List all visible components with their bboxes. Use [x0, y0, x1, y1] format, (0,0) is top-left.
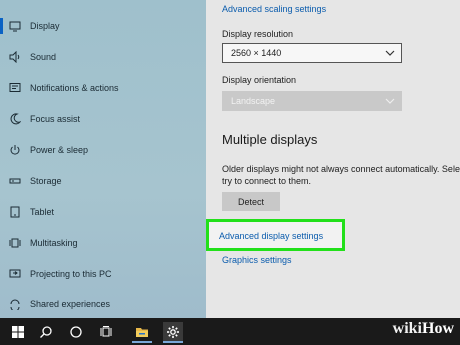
sidebar-item-multitasking[interactable]: Multitasking — [0, 231, 206, 255]
sidebar-item-label: Tablet — [30, 207, 55, 217]
sidebar-item-label: Sound — [30, 52, 57, 62]
display-resolution-value: 2560 × 1440 — [231, 48, 282, 58]
chevron-down-icon — [385, 50, 395, 56]
chevron-down-icon — [385, 98, 395, 104]
share-icon — [8, 297, 22, 311]
display-orientation-value: Landscape — [231, 96, 276, 106]
settings-sidebar: Display Sound Notifications & actions Fo… — [0, 0, 206, 318]
older-displays-description-line-1: Older displays might not always connect … — [222, 164, 460, 174]
storage-icon — [8, 174, 22, 188]
sidebar-item-sound[interactable]: Sound — [0, 45, 206, 69]
sidebar-item-projecting[interactable]: Projecting to this PC — [0, 262, 206, 286]
detect-button[interactable]: Detect — [222, 192, 280, 211]
sidebar-item-focus-assist[interactable]: Focus assist — [0, 107, 206, 131]
advanced-scaling-settings-link[interactable]: Advanced scaling settings — [222, 4, 326, 14]
graphics-settings-link[interactable]: Graphics settings — [222, 255, 292, 265]
display-settings-pane: Advanced scaling settings Display resolu… — [206, 0, 460, 318]
sidebar-item-label: Focus assist — [30, 114, 81, 124]
moon-icon — [8, 112, 22, 126]
older-displays-description-line-2: try to connect to them. — [222, 176, 312, 186]
file-explorer-icon[interactable] — [132, 322, 152, 343]
display-orientation-label: Display orientation — [222, 75, 297, 85]
multiple-displays-heading: Multiple displays — [222, 132, 318, 147]
display-resolution-label: Display resolution — [222, 29, 294, 39]
active-app-indicator — [132, 341, 152, 343]
notification-icon — [8, 81, 22, 95]
sidebar-item-power-sleep[interactable]: Power & sleep — [0, 138, 206, 162]
display-resolution-dropdown[interactable]: 2560 × 1440 — [222, 43, 402, 63]
sidebar-item-notifications[interactable]: Notifications & actions — [0, 76, 206, 100]
sidebar-item-label: Shared experiences — [30, 299, 111, 309]
advanced-display-settings-link[interactable]: Advanced display settings — [219, 231, 323, 241]
sidebar-item-tablet[interactable]: Tablet — [0, 200, 206, 224]
sidebar-item-label: Display — [30, 21, 60, 31]
sidebar-item-label: Notifications & actions — [30, 83, 119, 93]
sidebar-item-label: Power & sleep — [30, 145, 89, 155]
search-icon[interactable] — [36, 322, 56, 341]
wikihow-watermark: wikiHow — [393, 320, 454, 338]
multitasking-icon — [8, 236, 22, 250]
sidebar-item-label: Projecting to this PC — [30, 269, 112, 279]
active-app-indicator — [163, 341, 183, 343]
projector-icon — [8, 267, 22, 281]
sidebar-item-storage[interactable]: Storage — [0, 169, 206, 193]
sidebar-item-display[interactable]: Display — [0, 14, 206, 38]
watermark-prefix: wiki — [392, 320, 422, 337]
sidebar-item-shared-experiences[interactable]: Shared experiences — [0, 292, 206, 316]
tablet-icon — [8, 205, 22, 219]
power-icon — [8, 143, 22, 157]
display-icon — [8, 19, 22, 33]
cortana-icon[interactable] — [66, 322, 86, 341]
windows-start-icon[interactable] — [8, 322, 28, 341]
watermark-suffix: How — [422, 320, 454, 337]
display-orientation-dropdown: Landscape — [222, 91, 402, 111]
highlight-box: Advanced display settings — [206, 219, 345, 251]
sidebar-item-label: Multitasking — [30, 238, 78, 248]
settings-gear-icon[interactable] — [163, 322, 183, 343]
taskbar — [0, 318, 460, 345]
sidebar-item-label: Storage — [30, 176, 62, 186]
task-view-icon[interactable] — [96, 322, 116, 341]
speaker-icon — [8, 50, 22, 64]
